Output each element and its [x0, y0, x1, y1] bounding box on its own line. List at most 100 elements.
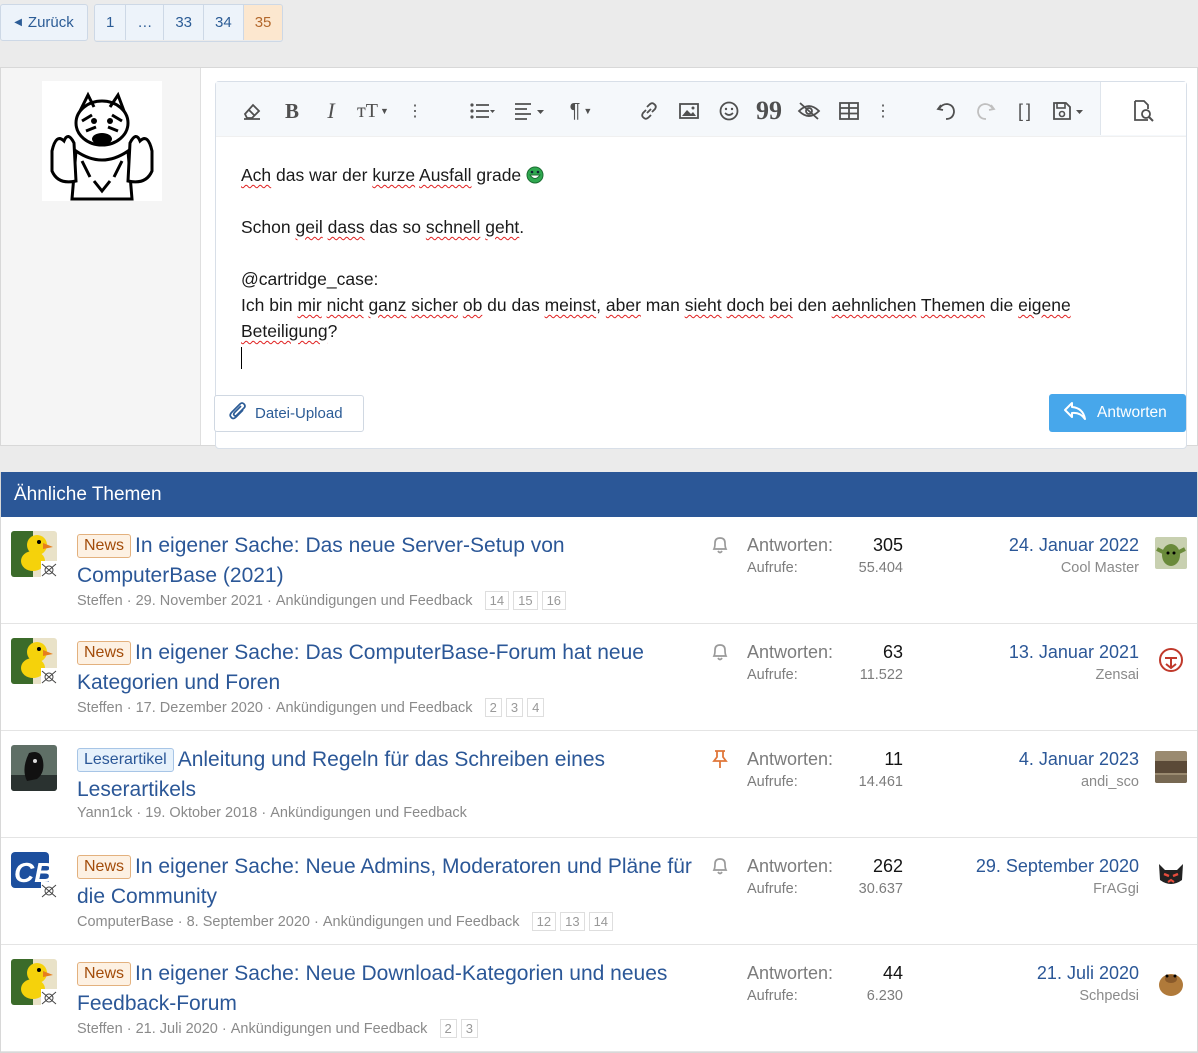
align-icon[interactable]	[512, 100, 550, 122]
last-post-date[interactable]: 24. Januar 2022	[1009, 535, 1139, 556]
thread-date[interactable]: 19. Oktober 2018	[145, 805, 257, 821]
font-size-icon[interactable]: тT ▼	[353, 100, 393, 122]
thread-date[interactable]: 8. September 2020	[187, 914, 310, 930]
misspelled-word: geil	[295, 217, 323, 237]
spoiler-icon[interactable]	[797, 100, 821, 122]
thread-title-link[interactable]: In eigener Sache: Neue Admins, Moderator…	[77, 855, 692, 908]
thread-page-link[interactable]: 14	[484, 591, 510, 610]
thread-page-link[interactable]: 3	[505, 698, 524, 717]
thread-prefix-label[interactable]: News	[77, 855, 132, 879]
replies-value: 63	[882, 642, 903, 662]
thread-page-link[interactable]: 14	[588, 912, 614, 931]
thread-prefix-label[interactable]: News	[77, 534, 132, 558]
thread-page-link[interactable]: 12	[531, 912, 557, 931]
editor-content[interactable]: Ach das war der kurze Ausfall grade Scho…	[241, 162, 1171, 370]
thread-page-link[interactable]: 3	[460, 1019, 478, 1038]
last-post-user[interactable]: Cool Master	[1009, 560, 1139, 576]
thread-forum[interactable]: Ankündigungen und Feedback	[323, 914, 520, 930]
page-link[interactable]: 33	[164, 5, 205, 40]
thread-prefix-label[interactable]: Leserartikel	[77, 748, 174, 772]
thread-date[interactable]: 21. Juli 2020	[136, 1021, 218, 1037]
bbcode-icon[interactable]: []	[1014, 100, 1038, 122]
separator: ·	[217, 1020, 231, 1037]
last-post-user[interactable]: Schpedsi	[1037, 988, 1139, 1004]
misspelled-word: Ach	[241, 165, 272, 185]
message-editor[interactable]: B I тT ▼ ⋮ ¶ ▼ 99 ⋮ [] Ach das war der k…	[215, 81, 1187, 449]
reply-button[interactable]: Antworten	[1049, 394, 1186, 432]
last-poster-avatar[interactable]	[1155, 751, 1187, 783]
separator: ·	[173, 913, 187, 930]
thread-author[interactable]: Yann1ck	[77, 805, 132, 821]
list-icon[interactable]	[463, 100, 501, 122]
thread-author[interactable]: Steffen	[77, 1021, 123, 1037]
more-vertical-icon[interactable]: ⋮	[403, 100, 427, 122]
thread-page-link[interactable]: 13	[560, 912, 585, 931]
smiley-icon[interactable]	[717, 100, 741, 122]
author-avatar[interactable]	[11, 959, 57, 1005]
thread-stats: Antworten: 63 Aufrufe: 11.522	[747, 642, 903, 683]
file-upload-label: Datei-Upload	[255, 405, 343, 422]
page-link[interactable]: …	[126, 5, 165, 40]
author-avatar[interactable]	[11, 745, 57, 791]
back-button[interactable]: ◀ Zurück	[0, 4, 88, 41]
thread-author[interactable]: ComputerBase	[77, 914, 174, 930]
page-link[interactable]: 1	[95, 5, 127, 40]
thread-page-link[interactable]: 2	[439, 1019, 457, 1038]
file-upload-button[interactable]: Datei-Upload	[214, 395, 364, 432]
last-post-date[interactable]: 29. September 2020	[976, 856, 1139, 877]
thread-page-link[interactable]: 15	[513, 591, 538, 610]
quote-icon[interactable]: 99	[756, 96, 782, 125]
misspelled-word: Ausfall	[419, 165, 472, 185]
paragraph-icon[interactable]: ¶ ▼	[562, 100, 600, 122]
thread-forum[interactable]: Ankündigungen und Feedback	[276, 700, 473, 716]
thread-forum[interactable]: Ankündigungen und Feedback	[231, 1021, 428, 1037]
last-post-date[interactable]: 13. Januar 2021	[1009, 642, 1139, 663]
thread-prefix-label[interactable]: News	[77, 962, 132, 986]
thread-page-link[interactable]: 2	[484, 698, 502, 717]
eraser-icon[interactable]	[240, 100, 264, 122]
table-icon[interactable]	[837, 100, 861, 122]
text-run: .	[519, 217, 525, 237]
bold-icon[interactable]: B	[280, 99, 304, 123]
thread-page-link[interactable]: 4	[527, 698, 545, 717]
last-poster-avatar[interactable]	[1155, 858, 1187, 890]
thread-prefix-label[interactable]: News	[77, 641, 132, 665]
link-icon[interactable]	[637, 100, 661, 122]
bell-icon	[711, 535, 729, 555]
last-post-date[interactable]: 21. Juli 2020	[1037, 963, 1139, 984]
preview-button[interactable]	[1100, 82, 1186, 135]
thread-forum[interactable]: Ankündigungen und Feedback	[276, 593, 473, 609]
last-post-date[interactable]: 4. Januar 2023	[1019, 749, 1139, 770]
last-post-user[interactable]: andi_sco	[1019, 774, 1139, 790]
grin-emoji-icon	[526, 165, 544, 185]
page-link[interactable]: 34	[204, 5, 244, 40]
last-poster-avatar[interactable]	[1155, 537, 1187, 569]
last-post-user[interactable]: FrAGgi	[976, 881, 1139, 897]
thread-title-link[interactable]: In eigener Sache: Neue Download-Kategori…	[77, 962, 667, 1015]
last-post-user[interactable]: Zensai	[1009, 667, 1139, 683]
thread-author[interactable]: Steffen	[77, 593, 123, 609]
author-avatar[interactable]: CB	[11, 852, 57, 898]
thread-forum[interactable]: Ankündigungen und Feedback	[270, 805, 467, 821]
thread-title-wrap: News In eigener Sache: Neue Admins, Moder…	[77, 852, 707, 912]
more-vertical-icon[interactable]: ⋮	[871, 100, 895, 122]
save-draft-icon[interactable]	[1049, 100, 1089, 122]
misspelled-word: schnell	[425, 217, 481, 237]
thread-page-link[interactable]: 16	[541, 591, 567, 610]
thread-date[interactable]: 17. Dezember 2020	[136, 700, 263, 716]
italic-icon[interactable]: I	[319, 98, 343, 123]
author-avatar[interactable]	[11, 638, 57, 684]
undo-icon[interactable]	[934, 100, 958, 122]
image-icon[interactable]	[677, 100, 701, 122]
last-poster-avatar[interactable]	[1155, 644, 1187, 676]
thread-date[interactable]: 29. November 2021	[136, 593, 263, 609]
thread-author[interactable]: Steffen	[77, 700, 123, 716]
redo-icon[interactable]	[974, 100, 998, 122]
page-link[interactable]: 35	[243, 5, 283, 40]
last-poster-avatar[interactable]	[1155, 965, 1187, 997]
thread-title-link[interactable]: In eigener Sache: Das neue Server-Setup …	[77, 534, 565, 587]
text-run: die	[985, 295, 1019, 315]
thread-title-link[interactable]: In eigener Sache: Das ComputerBase-Forum…	[77, 641, 644, 694]
author-avatar[interactable]	[11, 531, 57, 577]
avatar[interactable]	[42, 81, 162, 201]
